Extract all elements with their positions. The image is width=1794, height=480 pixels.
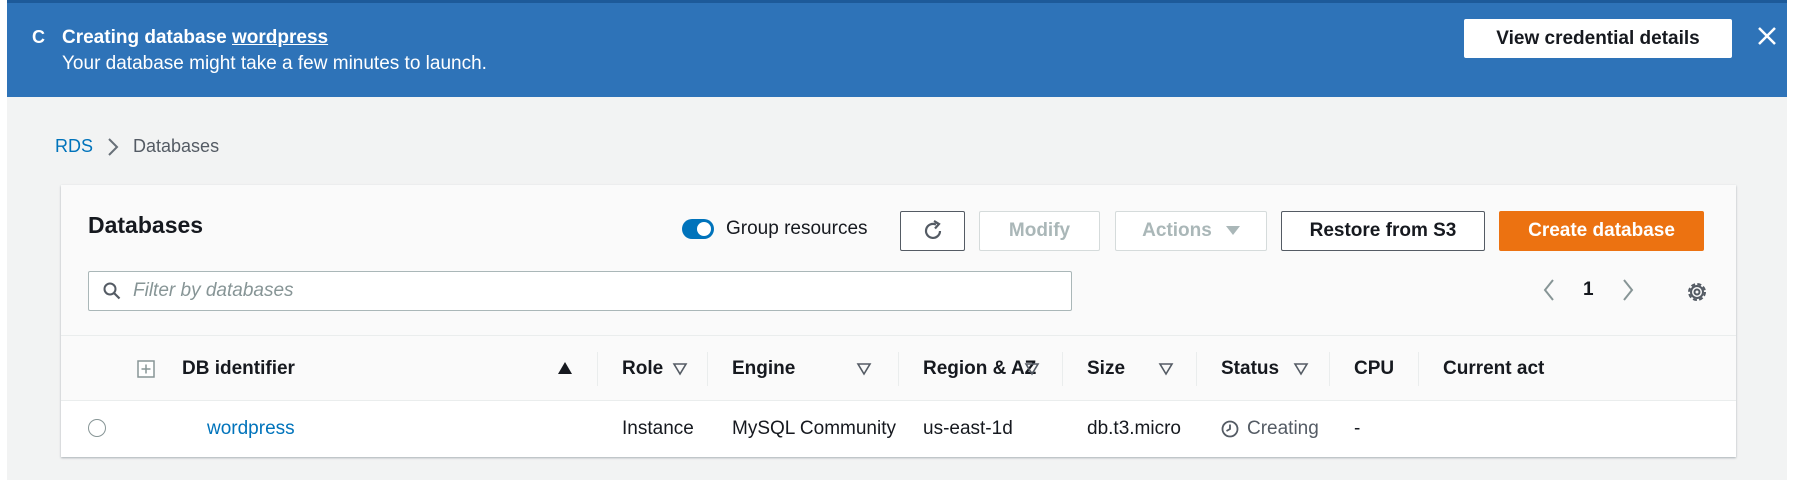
column-header-db-identifier[interactable]: DB identifier <box>182 336 597 402</box>
close-icon[interactable] <box>1752 21 1782 51</box>
engine-cell: MySQL Community <box>732 418 896 439</box>
sort-caret-icon[interactable] <box>672 361 688 377</box>
group-resources-label: Group resources <box>726 218 868 239</box>
column-divider <box>1062 352 1063 386</box>
column-divider <box>597 352 598 386</box>
breadcrumb-rds-link[interactable]: RDS <box>55 136 93 157</box>
breadcrumb-current: Databases <box>133 136 220 156</box>
refresh-icon <box>924 220 941 240</box>
column-label: Current act <box>1443 358 1545 379</box>
next-page-icon[interactable] <box>1620 277 1636 303</box>
panel-title: Databases <box>88 212 204 238</box>
column-header-status[interactable]: Status <box>1196 336 1329 402</box>
modify-button[interactable]: Modify <box>979 211 1100 251</box>
gear-icon[interactable] <box>1684 279 1710 305</box>
banner-title: Creating database wordpress <box>62 27 328 49</box>
actions-label: Actions <box>1142 220 1212 241</box>
cpu-cell: - <box>1354 418 1361 439</box>
table-header: DB identifier Role Engine Region & AZ Si… <box>61 335 1736 401</box>
column-header-current-activity[interactable]: Current act <box>1418 336 1736 402</box>
size-cell: db.t3.micro <box>1087 418 1181 439</box>
column-header-cpu[interactable]: CPU <box>1329 336 1418 402</box>
refresh-button[interactable] <box>900 211 965 251</box>
databases-panel: Databases Group resources Modify Actions… <box>61 185 1736 457</box>
status-text: Creating <box>1247 418 1319 439</box>
column-label: CPU <box>1354 358 1395 379</box>
search-icon <box>103 282 121 300</box>
column-label: Region & AZ <box>923 358 1037 379</box>
sort-caret-icon[interactable] <box>1293 361 1309 377</box>
banner-title-text: Creating database <box>62 27 227 48</box>
breadcrumb: RDS Databases <box>55 136 219 157</box>
previous-page-icon[interactable] <box>1541 277 1557 303</box>
caret-down-icon <box>1225 226 1240 235</box>
role-cell: Instance <box>622 418 694 439</box>
filter-box[interactable] <box>88 271 1072 311</box>
loading-spinner-icon: C <box>32 27 45 47</box>
sort-caret-icon[interactable] <box>856 361 872 377</box>
clock-icon <box>1221 420 1239 438</box>
chevron-right-icon <box>108 137 119 156</box>
filter-databases-input[interactable] <box>133 280 1033 302</box>
column-label: Role <box>622 358 664 379</box>
column-label: Size <box>1087 358 1126 379</box>
create-database-button[interactable]: Create database <box>1499 211 1704 251</box>
column-divider <box>1329 352 1330 386</box>
restore-from-s3-button[interactable]: Restore from S3 <box>1281 211 1485 251</box>
column-label: DB identifier <box>182 358 295 379</box>
pagination: 1 <box>1541 277 1636 303</box>
expand-all-icon[interactable] <box>137 360 155 378</box>
sort-ascending-icon[interactable] <box>558 362 572 374</box>
toggle-switch[interactable] <box>682 219 714 239</box>
banner-database-link[interactable]: wordpress <box>232 27 328 48</box>
sort-caret-icon[interactable] <box>1158 361 1174 377</box>
column-label: Engine <box>732 358 796 379</box>
actions-dropdown[interactable]: Actions <box>1115 211 1267 251</box>
region-cell: us-east-1d <box>923 418 1013 439</box>
column-divider <box>898 352 899 386</box>
column-label: Status <box>1221 358 1280 379</box>
db-identifier-link[interactable]: wordpress <box>207 401 295 457</box>
sort-caret-icon[interactable] <box>1024 361 1040 377</box>
status-cell: Creating <box>1221 401 1319 457</box>
banner-subtitle: Your database might take a few minutes t… <box>62 53 487 74</box>
column-divider <box>1196 352 1197 386</box>
column-divider <box>1418 352 1419 386</box>
panel-header <box>61 185 1736 335</box>
column-header-size[interactable]: Size <box>1062 336 1196 402</box>
notification-banner: C Creating database wordpress Your datab… <box>7 0 1787 97</box>
page-number[interactable]: 1 <box>1583 279 1594 301</box>
row-select-radio[interactable] <box>88 419 106 437</box>
view-credential-details-button[interactable]: View credential details <box>1464 19 1732 58</box>
group-resources-toggle[interactable]: Group resources <box>682 218 868 240</box>
table-row[interactable]: wordpress Instance MySQL Community us-ea… <box>61 401 1736 457</box>
column-header-role[interactable]: Role <box>597 336 707 402</box>
column-divider <box>707 352 708 386</box>
